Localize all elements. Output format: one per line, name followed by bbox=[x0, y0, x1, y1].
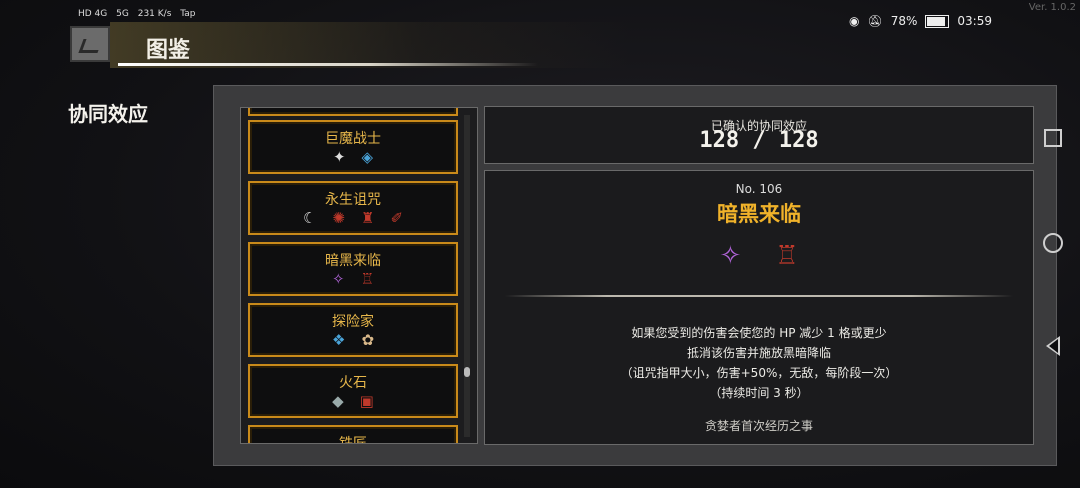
section-title: 协同效应 bbox=[68, 102, 148, 126]
mute-bell-icon: 🔕︎ bbox=[867, 14, 883, 28]
list-item[interactable]: 永生诅咒 ☾ ✺ ♜ ✐ bbox=[248, 181, 458, 235]
necklace-icon: ✦ bbox=[332, 148, 346, 166]
dark-candle-icon: ♖ bbox=[360, 270, 375, 288]
desc-line: （诅咒指甲大小，伤害+50%，无敌，每阶段一次） bbox=[620, 366, 898, 380]
synergy-number: No. 106 bbox=[735, 182, 783, 196]
list-item[interactable]: 探险家 ❖ ✿ bbox=[248, 303, 458, 357]
dagger-icon: ✐ bbox=[390, 209, 404, 227]
list-item-label: 巨魔战士 bbox=[325, 131, 381, 147]
demon-icon: ✺ bbox=[332, 209, 345, 227]
desc-line: （持续时间 3 秒） bbox=[709, 386, 809, 400]
tap-indicator: Tap bbox=[180, 9, 196, 19]
synergy-name: 暗黑来临 bbox=[717, 202, 801, 226]
list-item-label: 暗黑来临 bbox=[325, 253, 381, 269]
synergy-list[interactable]: 巨魔战士 ✦ ◈ 永生诅咒 ☾ ✺ ♜ ✐ 暗黑来临 ✧ ♖ 探险家 ❖ ✿ 火石 ◆ ▣ 铁… bbox=[240, 107, 478, 444]
map-icon: ❖ bbox=[331, 331, 346, 349]
synergy-detail: No. 106 暗黑来临 ✧ ♖ 如果您受到的伤害会使您的 HP 减少 1 格或… bbox=[484, 170, 1034, 445]
bracelet-icon: ◈ bbox=[361, 148, 374, 166]
page-title: 图鉴 bbox=[146, 38, 191, 63]
network-indicator: HD 4G bbox=[78, 9, 108, 19]
list-item-label: 探险家 bbox=[332, 314, 374, 330]
desc-line: 抵消该伤害并施放黑暗降临 bbox=[686, 346, 831, 360]
speed-indicator: 231 K/s bbox=[137, 9, 172, 19]
list-scrollbar[interactable] bbox=[464, 115, 470, 437]
desc-line: 如果您受到的伤害会使您的 HP 减少 1 格或更少 bbox=[631, 326, 887, 340]
list-item-label: 铁匠 bbox=[339, 436, 367, 444]
status-right: ◉ 🔕︎ 78% 03:59 bbox=[849, 14, 992, 28]
synergy-counter: 已确认的协同效应 128 / 128 bbox=[484, 106, 1034, 164]
title-underline bbox=[118, 63, 538, 66]
list-item[interactable] bbox=[248, 108, 458, 116]
battery-icon bbox=[925, 14, 950, 28]
divider bbox=[505, 295, 1013, 297]
synergy-items: ✧ ♖ bbox=[485, 241, 1033, 271]
list-item-selected[interactable]: 暗黑来临 ✧ ♖ bbox=[248, 242, 458, 296]
scroll-icon: ✿ bbox=[361, 331, 375, 349]
back-icon[interactable] bbox=[70, 26, 110, 62]
home-icon[interactable] bbox=[1043, 233, 1063, 253]
list-item[interactable]: 火石 ◆ ▣ bbox=[248, 364, 458, 418]
cursed-claw-icon: ✧ bbox=[719, 241, 742, 271]
synergy-lore: 贪婪者首次经历之事 bbox=[704, 419, 813, 433]
list-item-label: 永生诅咒 bbox=[325, 192, 381, 208]
synergy-description: 如果您受到的伤害会使您的 HP 减少 1 格或更少 抵消该伤害并施放黑暗降临 （… bbox=[485, 323, 1033, 403]
recent-apps-icon[interactable] bbox=[1044, 129, 1062, 147]
version-label: Ver. 1.0.2 bbox=[1028, 2, 1076, 13]
network-indicator-2: 5G bbox=[116, 9, 129, 19]
list-item[interactable]: 巨魔战士 ✦ ◈ bbox=[248, 120, 458, 174]
flint-icon: ◆ bbox=[332, 392, 344, 410]
dark-candle-icon: ♖ bbox=[775, 241, 799, 271]
glove-icon: ▣ bbox=[359, 392, 374, 410]
list-item-label: 火石 bbox=[339, 375, 367, 391]
list-item[interactable]: 铁匠 bbox=[248, 425, 458, 444]
vial-icon: ♜ bbox=[361, 209, 375, 227]
list-scroll-thumb[interactable] bbox=[464, 367, 470, 377]
eye-icon: ◉ bbox=[849, 14, 860, 28]
counter-value: 128 / 128 bbox=[699, 128, 819, 153]
clock: 03:59 bbox=[957, 14, 992, 28]
crescent-icon: ☾ bbox=[302, 209, 317, 227]
signal-indicators: HD 4G 5G 231 K/s Tap bbox=[78, 8, 202, 20]
back-nav-icon[interactable] bbox=[1046, 336, 1060, 356]
cursed-claw-icon: ✧ bbox=[331, 270, 345, 288]
battery-percent: 78% bbox=[890, 14, 918, 28]
